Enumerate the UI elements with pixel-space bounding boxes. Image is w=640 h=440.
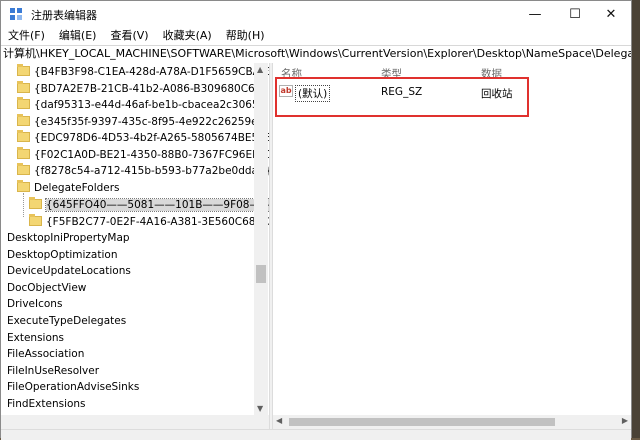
status-bar xyxy=(1,429,631,440)
tree-item[interactable]: DocObjectView xyxy=(7,280,86,297)
tree-item-label: {EDC978D6-4D53-4b2f-A265-5805674BE568} xyxy=(34,132,269,144)
tree-item-label: FileAssociation xyxy=(7,348,85,360)
scroll-right-arrow-icon[interactable]: ▶ xyxy=(622,416,628,425)
minimize-button[interactable]: — xyxy=(515,1,555,27)
scroll-left-arrow-icon[interactable]: ◀ xyxy=(276,416,282,425)
folder-icon xyxy=(17,64,30,76)
tree-vertical-scrollbar[interactable]: ▲ ▼ xyxy=(254,63,268,415)
tree-item-label: Extensions xyxy=(7,332,65,344)
menu-favorites[interactable]: 收藏夹(A) xyxy=(156,27,219,45)
desktop-background-edge xyxy=(632,0,640,438)
maximize-button[interactable]: ☐ xyxy=(555,1,595,27)
tree-horizontal-scrollbar[interactable] xyxy=(1,415,269,429)
title-bar[interactable]: 注册表编辑器 — ☐ ✕ xyxy=(1,1,631,27)
tree-item[interactable]: {F02C1A0D-BE21-4350-88B0-7367FC96EF3C} xyxy=(17,147,269,164)
folder-icon xyxy=(17,114,30,126)
folder-icon xyxy=(17,81,30,93)
folder-open-icon xyxy=(17,180,30,192)
tree-item-label: FindExtensions xyxy=(7,398,86,410)
tree-item-selected[interactable]: {645FFO40——5081——101B——9F08—— xyxy=(29,197,269,214)
tree-item-label: {645FFO40——5081——101B——9F08—— xyxy=(44,198,269,212)
values-horizontal-scrollbar[interactable]: ◀ ▶ xyxy=(273,415,631,429)
tree-item-label: FileOperationAdviseSinks xyxy=(7,381,140,393)
tree-item-label: {BD7A2E7B-21CB-41b2-A086-B309680C6B7E} xyxy=(34,83,269,95)
regedit-app-icon xyxy=(10,8,22,20)
tree-item-label: DeviceUpdateLocations xyxy=(7,265,131,277)
menu-file[interactable]: 文件(F) xyxy=(1,27,52,45)
values-list: 名称 类型 数据 ab (默认) REG_SZ 回收站 xyxy=(273,63,631,429)
menu-bar: 文件(F) 编辑(E) 查看(V) 收藏夹(A) 帮助(H) xyxy=(1,27,631,45)
scroll-down-arrow-icon[interactable]: ▼ xyxy=(257,404,263,413)
menu-help[interactable]: 帮助(H) xyxy=(219,27,272,45)
tree-item-label: DriveIcons xyxy=(7,298,63,310)
tree-item-label: DocObjectView xyxy=(7,282,87,294)
tree-item[interactable]: DesktopOptimization xyxy=(7,247,117,264)
tree-item-label: DelegateFolders xyxy=(34,182,120,194)
window-title: 注册表编辑器 xyxy=(31,9,97,22)
tree-item[interactable]: Extensions xyxy=(7,330,64,347)
tree-item[interactable]: {daf95313-e44d-46af-be1b-cbacea2c3065} xyxy=(17,97,265,114)
tree-item[interactable]: ExecuteTypeDelegates xyxy=(7,313,126,330)
folder-icon xyxy=(17,130,30,142)
tree-item[interactable]: {F5FB2C77-0E2F-4A16-A381-3E560C68BC83 xyxy=(29,214,269,231)
tree-item-label: FileInUseResolver xyxy=(7,365,100,377)
tree-item-label: DesktopOptimization xyxy=(7,249,118,261)
folder-icon xyxy=(17,163,30,175)
folder-icon xyxy=(17,147,30,159)
address-bar[interactable]: 计算机\HKEY_LOCAL_MACHINE\SOFTWARE\Microsof… xyxy=(1,45,631,64)
tree-item[interactable]: FileInUseResolver xyxy=(7,363,99,380)
tree-item[interactable]: FileOperationAdviseSinks xyxy=(7,379,139,396)
tree-item[interactable]: {f8278c54-a712-415b-b593-b77a2be0dda9} xyxy=(17,163,269,180)
tree-item-label: {F5FB2C77-0E2F-4A16-A381-3E560C68BC83 xyxy=(46,216,269,228)
scrollbar-thumb[interactable] xyxy=(256,265,266,283)
tree-item-label: ExecuteTypeDelegates xyxy=(7,315,127,327)
tree-item[interactable]: DesktopIniPropertyMap xyxy=(7,230,130,247)
red-highlight-box xyxy=(275,77,529,117)
tree-item[interactable]: {e345f35f-9397-435c-8f95-4e922c26259e} xyxy=(17,114,264,131)
scroll-up-arrow-icon[interactable]: ▲ xyxy=(257,65,263,74)
close-button[interactable]: ✕ xyxy=(591,1,631,27)
folder-icon xyxy=(29,197,42,209)
regedit-window: 注册表编辑器 — ☐ ✕ 文件(F) 编辑(E) 查看(V) 收藏夹(A) 帮助… xyxy=(0,0,632,440)
tree-item-label: {F02C1A0D-BE21-4350-88B0-7367FC96EF3C} xyxy=(34,149,269,161)
tree-item[interactable]: FileAssociation xyxy=(7,346,84,363)
tree-item-label: {daf95313-e44d-46af-be1b-cbacea2c3065} xyxy=(34,99,266,111)
folder-icon xyxy=(29,214,42,226)
tree-item-label: {B4FB3F98-C1EA-428d-A78A-D1F5659CBA93} xyxy=(34,66,269,78)
scrollbar-thumb[interactable] xyxy=(289,418,555,426)
menu-view[interactable]: 查看(V) xyxy=(103,27,155,45)
tree-item-label: {e345f35f-9397-435c-8f95-4e922c26259e} xyxy=(34,116,265,128)
menu-edit[interactable]: 编辑(E) xyxy=(52,27,104,45)
tree-item-label: DesktopIniPropertyMap xyxy=(7,232,130,244)
folder-icon xyxy=(17,97,30,109)
tree-item[interactable]: DriveIcons xyxy=(7,296,62,313)
tree-item-label: {f8278c54-a712-415b-b593-b77a2be0dda9} xyxy=(34,165,269,177)
tree-item-delegatefolders[interactable]: DelegateFolders xyxy=(17,180,120,197)
tree-item[interactable]: {BD7A2E7B-21CB-41b2-A086-B309680C6B7E} xyxy=(17,81,269,98)
tree-item[interactable]: {B4FB3F98-C1EA-428d-A78A-D1F5659CBA93} xyxy=(17,64,269,81)
tree-item[interactable]: DeviceUpdateLocations xyxy=(7,263,131,280)
registry-tree: {B4FB3F98-C1EA-428d-A78A-D1F5659CBA93} {… xyxy=(1,63,269,427)
tree-item[interactable]: {EDC978D6-4D53-4b2f-A265-5805674BE568} xyxy=(17,130,269,147)
tree-item[interactable]: FindExtensions xyxy=(7,396,86,413)
